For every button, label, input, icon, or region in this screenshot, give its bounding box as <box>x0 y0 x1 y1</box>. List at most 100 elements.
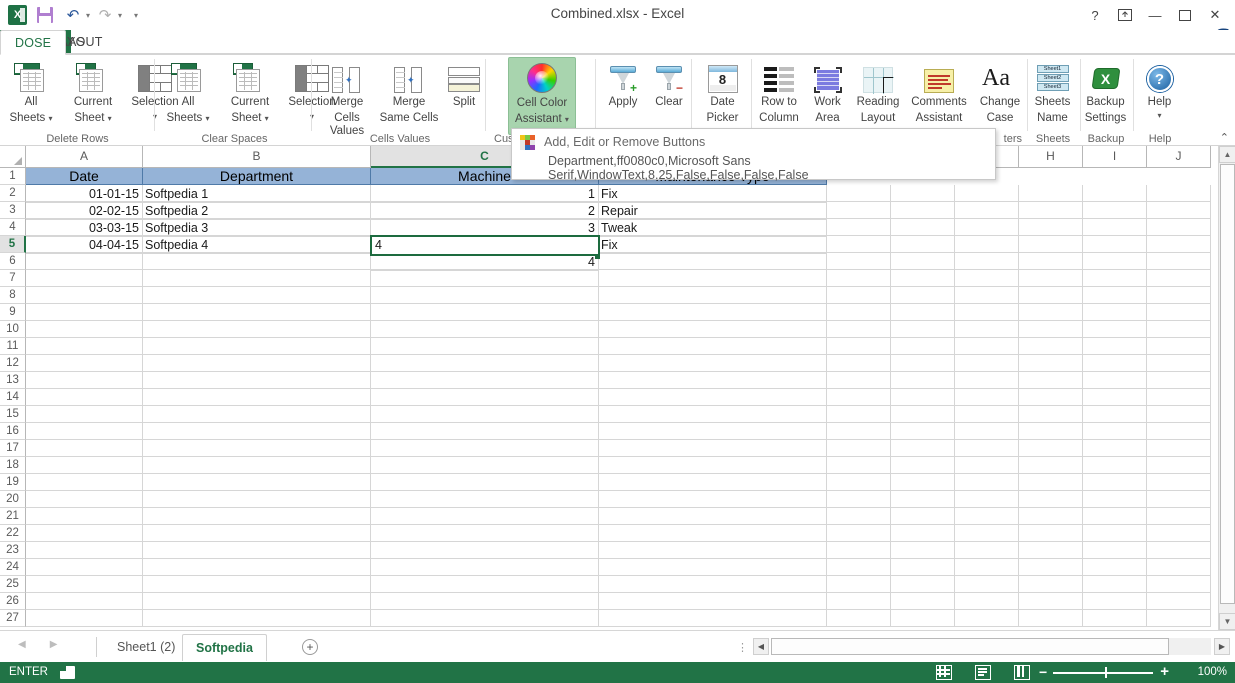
cell-B24[interactable] <box>143 559 371 576</box>
cell-F18[interactable] <box>891 457 955 474</box>
cell-E2[interactable] <box>827 185 891 202</box>
cell-E4[interactable] <box>827 219 891 236</box>
cell-D25[interactable] <box>599 576 827 593</box>
cell-I22[interactable] <box>1083 525 1147 542</box>
cell-J18[interactable] <box>1147 457 1211 474</box>
cell-H20[interactable] <box>1019 491 1083 508</box>
row-header-9[interactable]: 9 <box>0 304 26 321</box>
cell-A6[interactable] <box>26 253 143 270</box>
scroll-left-button[interactable]: ◀ <box>753 638 769 655</box>
zoom-track[interactable] <box>1053 672 1153 674</box>
cell-H27[interactable] <box>1019 610 1083 627</box>
cell-E3[interactable] <box>827 202 891 219</box>
cell-D15[interactable] <box>599 406 827 423</box>
row-header-14[interactable]: 14 <box>0 389 26 406</box>
cell-F3[interactable] <box>891 202 955 219</box>
cell-F2[interactable] <box>891 185 955 202</box>
merge-cells-values-button[interactable]: ✦ Merge Cells Values <box>316 57 378 138</box>
cell-H25[interactable] <box>1019 576 1083 593</box>
cell-H23[interactable] <box>1019 542 1083 559</box>
cell-B18[interactable] <box>143 457 371 474</box>
cell-G18[interactable] <box>955 457 1019 474</box>
row-header-12[interactable]: 12 <box>0 355 26 372</box>
cell-J23[interactable] <box>1147 542 1211 559</box>
cell-J20[interactable] <box>1147 491 1211 508</box>
help-ribbon-button[interactable]: ? Help ▾ <box>1132 57 1187 120</box>
cell-B2[interactable]: Softpedia 1 <box>143 186 371 203</box>
row-header-27[interactable]: 27 <box>0 610 26 627</box>
horizontal-scroll-thumb[interactable] <box>771 638 1169 655</box>
cell-A5[interactable]: 04-04-15 <box>26 237 143 254</box>
cell-F15[interactable] <box>891 406 955 423</box>
cell-E24[interactable] <box>827 559 891 576</box>
cell-F10[interactable] <box>891 321 955 338</box>
cell-J17[interactable] <box>1147 440 1211 457</box>
cell-C27[interactable] <box>371 610 599 627</box>
cell-B7[interactable] <box>143 270 371 287</box>
delete-rows-current-sheet-button[interactable]: Current Sheet ▾ <box>62 57 124 125</box>
cell-A3[interactable]: 02-02-15 <box>26 203 143 220</box>
clear-spaces-all-sheets-button[interactable]: All Sheets ▾ <box>157 57 219 125</box>
tab-strip-more-icon[interactable]: ⋮ <box>737 641 748 654</box>
cell-G16[interactable] <box>955 423 1019 440</box>
row-header-10[interactable]: 10 <box>0 321 26 338</box>
cell-H5[interactable] <box>1019 236 1083 253</box>
row-header-13[interactable]: 13 <box>0 372 26 389</box>
cell-G13[interactable] <box>955 372 1019 389</box>
row-header-2[interactable]: 2 <box>0 185 26 202</box>
sheets-name-button[interactable]: Sheet1 Sheet2 Sheet3 Sheets Name <box>1025 57 1080 125</box>
cell-G24[interactable] <box>955 559 1019 576</box>
cell-A25[interactable] <box>26 576 143 593</box>
cell-C6[interactable]: 4 <box>371 254 599 271</box>
cell-E27[interactable] <box>827 610 891 627</box>
comments-assistant-button[interactable]: Comments Assistant <box>906 57 972 125</box>
row-header-18[interactable]: 18 <box>0 457 26 474</box>
cell-I20[interactable] <box>1083 491 1147 508</box>
cell-G12[interactable] <box>955 355 1019 372</box>
sheet-tab-sheet1-2[interactable]: Sheet1 (2) <box>104 634 188 661</box>
cell-J22[interactable] <box>1147 525 1211 542</box>
cell-A4[interactable]: 03-03-15 <box>26 220 143 237</box>
cell-I8[interactable] <box>1083 287 1147 304</box>
cell-A10[interactable] <box>26 321 143 338</box>
cell-B21[interactable] <box>143 508 371 525</box>
cell-E6[interactable] <box>827 253 891 270</box>
cell-H12[interactable] <box>1019 355 1083 372</box>
cell-F4[interactable] <box>891 219 955 236</box>
vertical-scroll-thumb[interactable] <box>1220 164 1235 604</box>
cell-E16[interactable] <box>827 423 891 440</box>
cell-A26[interactable] <box>26 593 143 610</box>
cell-I3[interactable] <box>1083 202 1147 219</box>
cell-B5[interactable]: Softpedia 4 <box>143 237 371 254</box>
cell-H22[interactable] <box>1019 525 1083 542</box>
cell-C8[interactable] <box>371 287 599 304</box>
cell-F16[interactable] <box>891 423 955 440</box>
cell-D2[interactable]: Fix <box>599 186 827 203</box>
cell-H3[interactable] <box>1019 202 1083 219</box>
cell-H24[interactable] <box>1019 559 1083 576</box>
cell-A17[interactable] <box>26 440 143 457</box>
cell-F17[interactable] <box>891 440 955 457</box>
cell-G11[interactable] <box>955 338 1019 355</box>
row-header-7[interactable]: 7 <box>0 270 26 287</box>
cell-B26[interactable] <box>143 593 371 610</box>
cell-H11[interactable] <box>1019 338 1083 355</box>
column-header-B[interactable]: B <box>143 146 371 168</box>
sheet-tab-softpedia[interactable]: Softpedia <box>182 634 267 662</box>
cell-E17[interactable] <box>827 440 891 457</box>
cell-A15[interactable] <box>26 406 143 423</box>
row-header-1[interactable]: 1 <box>0 168 26 185</box>
active-cell-editor[interactable]: 4 <box>370 235 600 256</box>
cell-B1[interactable]: Department <box>143 168 371 185</box>
cell-A7[interactable] <box>26 270 143 287</box>
button-dropdown-icon[interactable]: ▾ <box>1157 112 1161 120</box>
cell-C19[interactable] <box>371 474 599 491</box>
cell-F5[interactable] <box>891 236 955 253</box>
cell-B12[interactable] <box>143 355 371 372</box>
column-header-A[interactable]: A <box>26 146 143 168</box>
cell-I4[interactable] <box>1083 219 1147 236</box>
cell-I11[interactable] <box>1083 338 1147 355</box>
zoom-slider[interactable]: − + <box>1039 664 1169 680</box>
cell-C18[interactable] <box>371 457 599 474</box>
row-header-15[interactable]: 15 <box>0 406 26 423</box>
